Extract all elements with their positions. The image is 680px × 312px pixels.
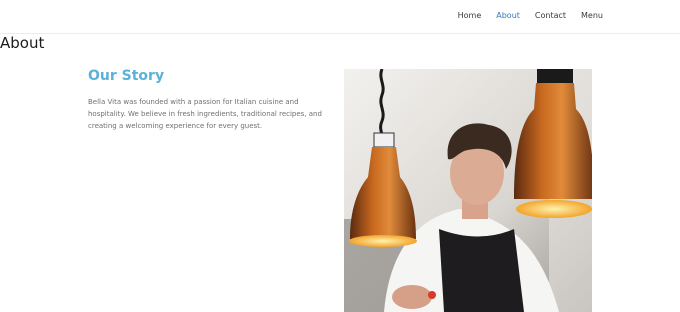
nav-link-menu[interactable]: Menu [581, 11, 603, 20]
story-heading: Our Story [88, 68, 165, 84]
nav-link-about[interactable]: About [496, 11, 520, 20]
page-title: About [0, 34, 45, 52]
chef-photo [344, 69, 592, 312]
top-navbar: Home About Contact Menu [0, 0, 680, 34]
nav-link-home[interactable]: Home [458, 11, 482, 20]
nav-link-contact[interactable]: Contact [535, 11, 566, 20]
story-description: Bella Vita was founded with a passion fo… [88, 98, 322, 130]
main-nav: Home About Contact Menu [443, 11, 603, 20]
